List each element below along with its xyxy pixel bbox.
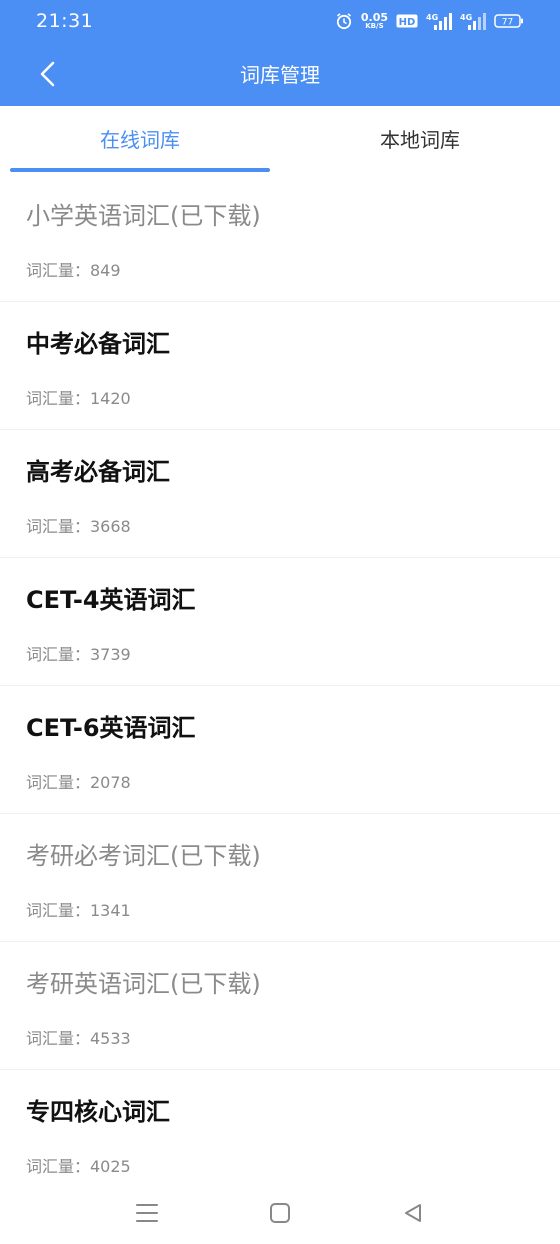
vocab-count: 词汇量：3668	[26, 517, 131, 536]
system-nav-bar	[0, 1180, 560, 1244]
vocab-title: 考研英语词汇(已下载)	[26, 970, 261, 998]
vocab-count: 词汇量：1341	[26, 901, 131, 920]
signal-4g-icon: 4G	[460, 12, 486, 30]
battery-icon: 77	[494, 13, 524, 29]
tab-local-library[interactable]: 本地词库	[290, 106, 550, 174]
status-icons: 0.05 KB/S HD 4G 4G 77	[335, 10, 524, 32]
vocab-title: 专四核心词汇	[26, 1098, 170, 1126]
home-icon	[270, 1203, 290, 1223]
nav-home-button[interactable]	[265, 1198, 295, 1228]
signal-2-text: 4G	[460, 13, 472, 22]
menu-icon	[136, 1204, 158, 1222]
vocab-count: 词汇量：1420	[26, 389, 131, 408]
list-item[interactable]: 小学英语词汇(已下载) 词汇量：849	[0, 174, 560, 302]
vocab-title: CET-4英语词汇	[26, 586, 196, 614]
signal-4g-icon: 4G	[426, 12, 452, 30]
page-title: 词库管理	[240, 63, 320, 87]
back-triangle-icon	[405, 1204, 421, 1222]
vocab-count: 词汇量：4533	[26, 1029, 131, 1048]
vocab-title: 小学英语词汇(已下载)	[26, 202, 261, 230]
net-speed: 0.05 KB/S	[361, 12, 388, 30]
app-header: 21:31 0.05 KB/S HD 4G 4G 77 词库管理	[0, 0, 560, 106]
vocab-count: 词汇量：4025	[26, 1157, 131, 1176]
list-item[interactable]: 高考必备词汇 词汇量：3668	[0, 430, 560, 558]
nav-back-button[interactable]	[398, 1198, 428, 1228]
hd-icon: HD	[396, 13, 418, 29]
list-item[interactable]: 考研英语词汇(已下载) 词汇量：4533	[0, 942, 560, 1070]
vocab-title: CET-6英语词汇	[26, 714, 196, 742]
vocab-count: 词汇量：849	[26, 261, 121, 280]
battery-level: 77	[502, 18, 513, 28]
list-item[interactable]: CET-6英语词汇 词汇量：2078	[0, 686, 560, 814]
status-time: 21:31	[36, 10, 94, 32]
list-item[interactable]: 专四核心词汇 词汇量：4025	[0, 1070, 560, 1198]
tab-bar: 在线词库 本地词库	[0, 106, 560, 174]
hd-badge-text: HD	[399, 17, 416, 28]
list-item[interactable]: 中考必备词汇 词汇量：1420	[0, 302, 560, 430]
tab-online-library[interactable]: 在线词库	[10, 106, 270, 174]
list-item[interactable]: 考研必考词汇(已下载) 词汇量：1341	[0, 814, 560, 942]
vocab-count: 词汇量：3739	[26, 645, 131, 664]
vocab-title: 高考必备词汇	[26, 458, 170, 486]
signal-1-text: 4G	[426, 13, 438, 22]
alarm-icon	[335, 12, 353, 30]
vocab-title: 考研必考词汇(已下载)	[26, 842, 261, 870]
net-speed-unit: KB/S	[365, 22, 384, 30]
tab-active-indicator	[10, 168, 270, 172]
vocab-title: 中考必备词汇	[26, 330, 170, 358]
vocab-count: 词汇量：2078	[26, 773, 131, 792]
vocab-list: 小学英语词汇(已下载) 词汇量：849 中考必备词汇 词汇量：1420 高考必备…	[0, 174, 560, 1198]
list-item[interactable]: CET-4英语词汇 词汇量：3739	[0, 558, 560, 686]
nav-menu-button[interactable]	[132, 1198, 162, 1228]
